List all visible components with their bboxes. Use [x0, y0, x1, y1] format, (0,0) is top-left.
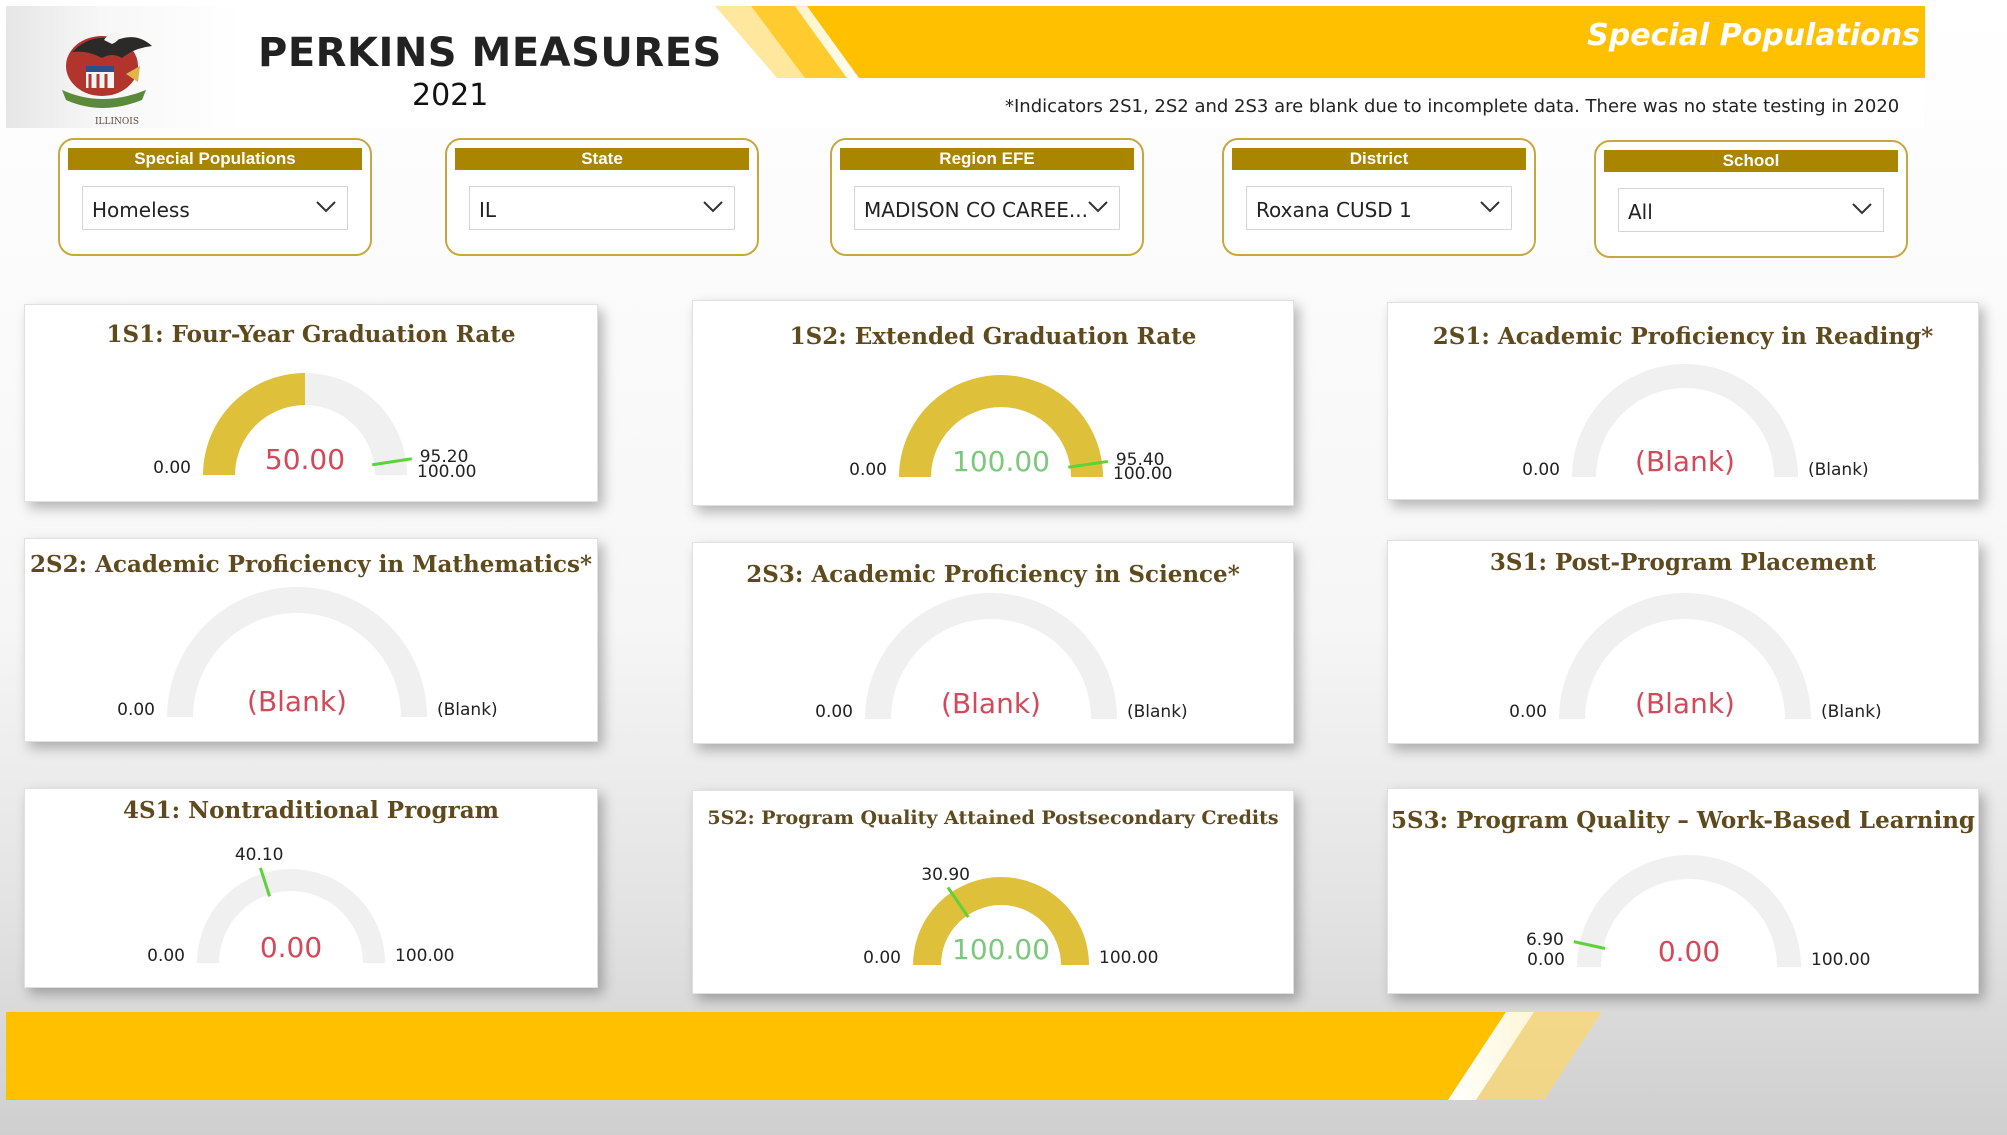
gauge-min-label: 0.00 — [1527, 950, 1565, 970]
chevron-down-icon — [1088, 201, 1108, 213]
gauge-max-label: 100.00 — [417, 462, 476, 482]
gauge-center-value: 100.00 — [952, 445, 1050, 478]
chevron-down-icon — [1480, 201, 1500, 213]
illinois-seal-icon: ILLINOIS — [62, 32, 152, 127]
filter-state: State IL — [445, 138, 759, 256]
gauge-min-label: 0.00 — [815, 702, 853, 722]
gauge-card[interactable]: 2S2: Academic Proficiency in Mathematics… — [24, 538, 598, 742]
gauge-min-label: 0.00 — [1522, 460, 1560, 480]
gauge-center-value: 100.00 — [952, 933, 1050, 966]
filter-label: School — [1604, 150, 1898, 172]
gauge-center-value: 0.00 — [260, 931, 322, 964]
state-dropdown[interactable]: IL — [469, 186, 735, 230]
gauge-target-label: 30.90 — [921, 865, 970, 885]
gauge-card[interactable]: 4S1: Nontraditional Program 40.10 0.00 100.… — [24, 788, 598, 988]
svg-text:ILLINOIS: ILLINOIS — [95, 117, 139, 127]
gauge-card[interactable]: 2S3: Academic Proficiency in Science* 0.0… — [692, 542, 1294, 744]
gauge-card[interactable]: 1S2: Extended Graduation Rate 95.40 0.00 10… — [692, 300, 1294, 506]
chevron-down-icon — [1852, 203, 1872, 215]
filter-label: District — [1232, 148, 1526, 170]
filter-school: School All — [1594, 140, 1908, 258]
gauge-center-value: (Blank) — [247, 685, 347, 718]
gauge-max-label: (Blank) — [1808, 460, 1869, 480]
state-seal-logo: ILLINOIS — [6, 6, 241, 128]
filter-label: State — [455, 148, 749, 170]
gauge-max-label: 100.00 — [1113, 464, 1172, 484]
gauge-chart: 0.00 (Blank) (Blank) — [1509, 593, 1882, 722]
region-efe-dropdown[interactable]: MADISON CO CAREE... — [854, 186, 1120, 230]
gauge-center-value: 0.00 — [1658, 935, 1720, 968]
gauge-max-label: (Blank) — [1127, 702, 1188, 722]
gauge-chart: 6.900.00 100.000.00 — [1526, 855, 1870, 970]
gauge-chart: 0.00 (Blank) (Blank) — [1522, 364, 1869, 480]
gauge-target-label: 6.90 — [1526, 930, 1564, 950]
filter-label: Special Populations — [68, 148, 362, 170]
gauge-chart: 40.10 0.00 100.00 0.00 — [147, 845, 454, 966]
dropdown-value: All — [1628, 200, 1653, 224]
page-title: PERKINS MEASURES — [258, 30, 722, 76]
gauge-chart: 95.400.00 100.00100.00 — [849, 375, 1172, 484]
school-dropdown[interactable]: All — [1618, 188, 1884, 232]
page-year: 2021 — [412, 78, 489, 113]
dropdown-value: IL — [479, 198, 497, 222]
gauge-max-label: 100.00 — [1811, 950, 1870, 970]
gauge-chart: 30.90 0.00 100.00 100.00 — [863, 865, 1158, 968]
gauge-chart: 0.00 (Blank) (Blank) — [815, 593, 1188, 722]
gauge-center-value: (Blank) — [1635, 445, 1735, 478]
gauge-target-label: 40.10 — [235, 845, 284, 865]
filter-label: Region EFE — [840, 148, 1134, 170]
gauge-center-value: (Blank) — [941, 687, 1041, 720]
district-dropdown[interactable]: Roxana CUSD 1 — [1246, 186, 1512, 230]
gauge-max-label: 100.00 — [395, 946, 454, 966]
gauge-max-label: (Blank) — [1821, 702, 1882, 722]
gauge-card[interactable]: 5S3: Program Quality – Work-Based Learni… — [1387, 788, 1979, 994]
gauge-max-label: (Blank) — [437, 700, 498, 720]
gauge-card[interactable]: 1S1: Four-Year Graduation Rate 95.20 0.00 1… — [24, 304, 598, 502]
chevron-down-icon — [316, 201, 336, 213]
gauge-card[interactable]: 2S1: Academic Proficiency in Reading* 0.0… — [1387, 302, 1979, 500]
gauge-min-label: 0.00 — [1509, 702, 1547, 722]
gauge-min-label: 0.00 — [153, 458, 191, 478]
gauge-chart: 95.200.00 100.0050.00 — [153, 373, 476, 482]
banner-label: Special Populations — [1587, 18, 1920, 53]
filter-region-efe: Region EFE MADISON CO CAREE... — [830, 138, 1144, 256]
gauge-max-label: 100.00 — [1099, 948, 1158, 968]
footer-banner — [6, 1012, 1602, 1100]
chevron-down-icon — [703, 201, 723, 213]
gauge-chart: 0.00 (Blank) (Blank) — [117, 587, 498, 720]
filter-special-populations: Special Populations Homeless — [58, 138, 372, 256]
gauge-min-label: 0.00 — [849, 460, 887, 480]
dropdown-value: MADISON CO CAREE... — [864, 198, 1088, 222]
indicator-note: *Indicators 2S1, 2S2 and 2S3 are blank d… — [1005, 96, 1900, 117]
filter-district: District Roxana CUSD 1 — [1222, 138, 1536, 256]
special-populations-dropdown[interactable]: Homeless — [82, 186, 348, 230]
gauge-center-value: 50.00 — [265, 443, 345, 476]
dropdown-value: Roxana CUSD 1 — [1256, 198, 1412, 222]
gauge-center-value: (Blank) — [1635, 687, 1735, 720]
gauge-min-label: 0.00 — [147, 946, 185, 966]
gauge-min-label: 0.00 — [863, 948, 901, 968]
dropdown-value: Homeless — [92, 198, 190, 222]
gauge-card[interactable]: 3S1: Post-Program Placement 0.00 (Blank) (B… — [1387, 540, 1979, 744]
gauge-card[interactable]: 5S2: Program Quality Attained Postsecond… — [692, 790, 1294, 994]
gauge-min-label: 0.00 — [117, 700, 155, 720]
